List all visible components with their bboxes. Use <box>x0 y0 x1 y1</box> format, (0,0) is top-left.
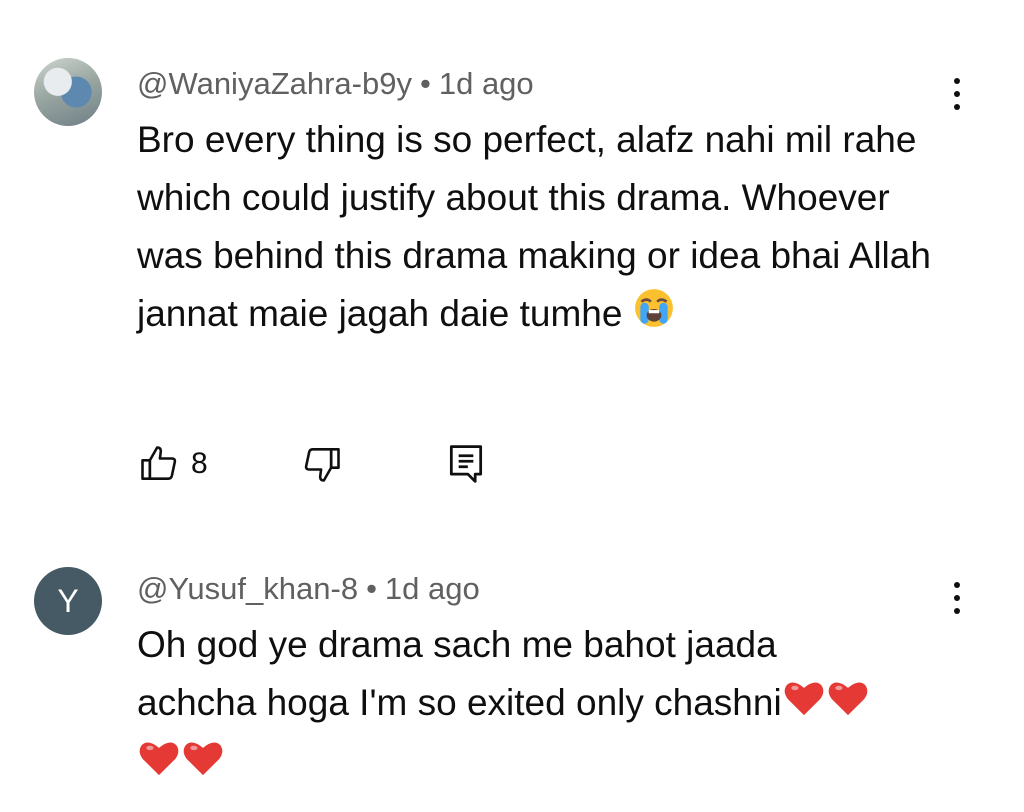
avatar-letter: Y <box>57 582 79 619</box>
thumbs-up-icon <box>137 442 181 486</box>
avatar[interactable] <box>34 58 102 126</box>
comment-text-content: achcha hoga I'm so exited only chashni <box>137 682 782 723</box>
comment-text-line: Oh god ye drama sach me bahot jaada <box>137 624 777 665</box>
comment-time[interactable]: 1d ago <box>385 571 480 606</box>
more-vert-icon[interactable] <box>942 72 972 116</box>
comment-text-line: achcha hoga I'm so exited only chashni <box>137 674 997 734</box>
comment-text: Bro every thing is so perfect, alafz nah… <box>137 111 937 346</box>
red-heart-icon <box>782 676 826 734</box>
red-heart-icon <box>181 736 225 794</box>
comment-author[interactable]: @Yusuf_khan-8 <box>137 571 358 606</box>
red-heart-icon <box>137 736 181 794</box>
avatar[interactable]: Y <box>34 567 102 635</box>
like-button[interactable]: 8 <box>137 442 208 486</box>
red-heart-icon <box>826 676 870 734</box>
dislike-button[interactable] <box>300 442 344 486</box>
thumbs-down-icon <box>300 442 344 486</box>
comment-meta: @Yusuf_khan-8 • 1d ago <box>137 571 480 607</box>
meta-separator: • <box>419 66 431 101</box>
reply-icon <box>444 441 488 487</box>
more-vert-icon[interactable] <box>942 576 972 620</box>
reply-button[interactable] <box>444 441 488 487</box>
comment-text-content: Bro every thing is so perfect, alafz nah… <box>137 119 931 334</box>
like-count: 8 <box>191 447 208 480</box>
comment-actions: 8 <box>137 440 488 488</box>
comment-meta: @WaniyaZahra-b9y • 1d ago <box>137 66 534 102</box>
comment-text: Oh god ye drama sach me bahot jaada achc… <box>137 616 997 794</box>
comment-author[interactable]: @WaniyaZahra-b9y <box>137 66 412 101</box>
comment-text-line <box>137 734 997 794</box>
meta-separator: • <box>366 571 377 606</box>
comment-time[interactable]: 1d ago <box>439 66 534 101</box>
loudly-crying-face-icon <box>633 287 675 346</box>
